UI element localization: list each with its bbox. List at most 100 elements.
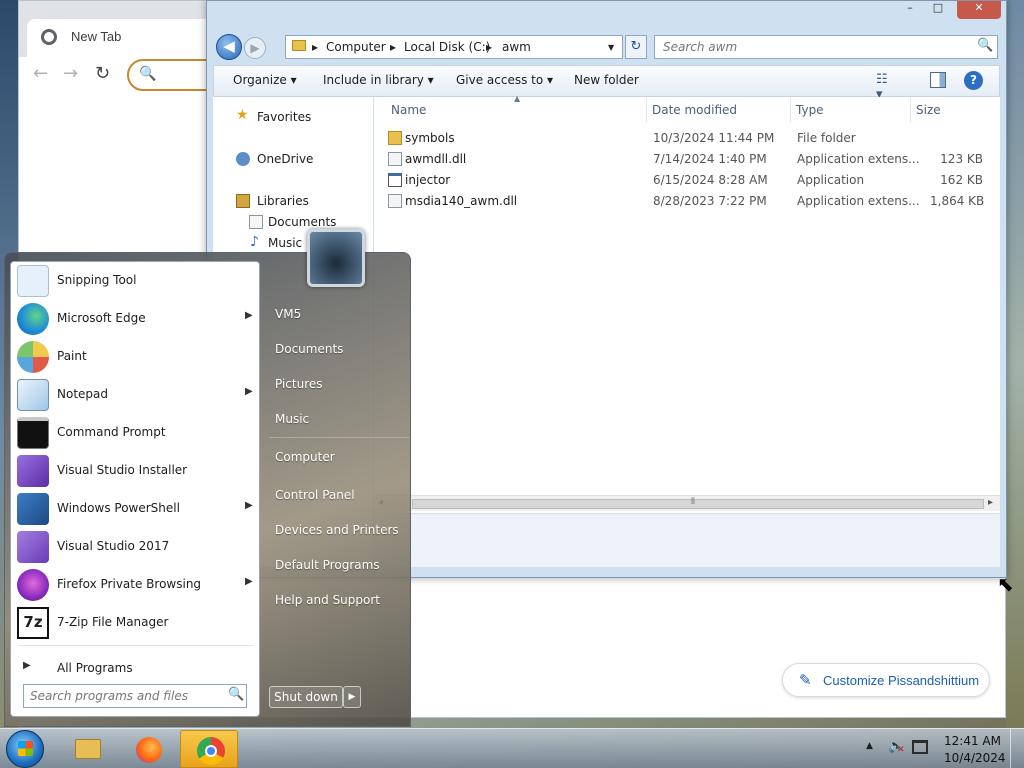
file-size: 1,864 KB	[930, 194, 985, 208]
column-header-name[interactable]: Name	[391, 103, 426, 117]
program-notepad[interactable]: Notepad ▶	[11, 376, 261, 414]
file-row-msdia140[interactable]: msdia140_awm.dll 8/28/2023 7:22 PM Appli…	[388, 191, 988, 212]
mute-indicator-icon: ✕	[897, 745, 905, 755]
start-right-default-programs[interactable]: Default Programs	[275, 558, 380, 572]
scroll-right-icon[interactable]: ▸	[988, 497, 993, 508]
customize-button[interactable]: ✎ Customize Pissandshittium	[782, 663, 990, 697]
breadcrumb-computer[interactable]: Computer	[326, 40, 386, 54]
start-right-computer[interactable]: Computer	[275, 450, 335, 464]
start-button[interactable]	[6, 730, 44, 768]
program-windows-powershell[interactable]: Windows PowerShell ▶	[11, 490, 261, 528]
submenu-arrow-icon[interactable]: ▶	[245, 576, 253, 587]
forward-button[interactable]: ▶	[244, 37, 266, 59]
taskbar-explorer[interactable]	[58, 730, 116, 768]
breadcrumb-separator: ▸	[390, 40, 397, 54]
give-access-to-button[interactable]: Give access to ▾	[456, 73, 553, 87]
submenu-arrow-icon[interactable]: ▶	[245, 500, 253, 511]
include-in-library-button[interactable]: Include in library ▾	[323, 73, 434, 87]
nav-favorites[interactable]: Favorites	[257, 110, 311, 124]
clock-date[interactable]: 10/4/2024	[944, 751, 1006, 765]
program-microsoft-edge[interactable]: Microsoft Edge ▶	[11, 300, 261, 338]
submenu-arrow-icon[interactable]: ▶	[245, 386, 253, 397]
scissors-icon	[17, 265, 49, 297]
nav-documents[interactable]: Documents	[268, 215, 336, 229]
file-date: 8/28/2023 7:22 PM	[653, 194, 767, 208]
minimize-button[interactable]: –	[897, 1, 923, 19]
start-right-help-and-support[interactable]: Help and Support	[275, 593, 380, 607]
nav-music[interactable]: Music	[268, 236, 302, 250]
submenu-arrow-icon[interactable]: ▶	[245, 310, 253, 321]
all-programs-link[interactable]: All Programs	[57, 661, 133, 675]
address-row: ◀ ▶ ▸ Computer ▸ Local Disk (C:) ▸ awm ▼…	[207, 31, 1006, 63]
file-row-awmdll[interactable]: awmdll.dll 7/14/2024 1:40 PM Application…	[388, 149, 988, 170]
start-right-vm5[interactable]: VM5	[275, 307, 301, 321]
new-folder-button[interactable]: New folder	[574, 73, 639, 87]
preview-pane-icon[interactable]	[930, 72, 946, 88]
file-row-symbols[interactable]: symbols 10/3/2024 11:44 PM File folder	[388, 128, 988, 149]
file-name: symbols	[405, 131, 455, 145]
taskbar-chrome[interactable]	[180, 730, 238, 768]
program-label: Visual Studio Installer	[57, 463, 188, 477]
breadcrumb-local-disk[interactable]: Local Disk (C:)	[404, 40, 490, 54]
nav-onedrive[interactable]: OneDrive	[257, 152, 313, 166]
horizontal-scrollbar[interactable]: ◂ ⦀ ▸	[374, 495, 1000, 511]
refresh-button[interactable]: ↻	[625, 35, 647, 59]
reload-icon[interactable]: ↻	[95, 63, 110, 84]
notepad-icon	[17, 379, 49, 411]
organize-button[interactable]: Organize ▾	[233, 73, 297, 87]
address-bar[interactable]: ▸ Computer ▸ Local Disk (C:) ▸ awm ▼	[285, 35, 623, 59]
program-visual-studio-2017[interactable]: Visual Studio 2017	[11, 528, 261, 566]
search-input[interactable]: Search awm 🔍	[654, 35, 998, 59]
back-button[interactable]: ◀	[216, 34, 242, 60]
maximize-button[interactable]: □	[925, 1, 951, 19]
shutdown-options-icon[interactable]: ▶	[343, 686, 361, 708]
chrome-favicon-icon	[41, 29, 57, 45]
program-command-prompt[interactable]: Command Prompt	[11, 414, 261, 452]
show-desktop-button[interactable]	[1010, 729, 1024, 768]
start-right-documents[interactable]: Documents	[275, 342, 343, 356]
taskbar-firefox[interactable]	[119, 730, 177, 768]
terminal-icon	[17, 417, 49, 449]
program-label: Firefox Private Browsing	[57, 577, 202, 591]
start-right-music[interactable]: Music	[275, 412, 309, 426]
program-label: Command Prompt	[57, 425, 166, 439]
breadcrumb-awm[interactable]: awm	[502, 40, 531, 54]
command-bar: Organize ▾ Include in library ▾ Give acc…	[213, 65, 1000, 102]
column-header-date-modified[interactable]: Date modified	[652, 103, 737, 117]
close-button[interactable]: ✕	[957, 1, 1001, 19]
all-programs-arrow-icon[interactable]: ▶	[23, 660, 31, 671]
column-divider[interactable]	[646, 97, 647, 123]
user-avatar[interactable]	[307, 229, 365, 287]
back-arrow-icon[interactable]: ←	[33, 63, 48, 84]
program-firefox-private-browsing[interactable]: Firefox Private Browsing ▶	[11, 566, 261, 604]
start-right-control-panel[interactable]: Control Panel	[275, 488, 355, 502]
shutdown-button[interactable]: Shut down	[269, 686, 343, 708]
chevron-down-icon[interactable]: ▼	[608, 43, 614, 52]
program-visual-studio-installer[interactable]: Visual Studio Installer	[11, 452, 261, 490]
search-icon: 🔍	[139, 66, 157, 82]
file-name: injector	[405, 173, 451, 187]
edge-icon	[17, 303, 49, 335]
help-icon[interactable]: ?	[964, 71, 983, 90]
show-hidden-icons-icon[interactable]: ▲	[866, 741, 873, 751]
column-divider[interactable]	[910, 97, 911, 123]
desktop-background-right	[1006, 0, 1024, 728]
search-placeholder: Search awm	[663, 40, 738, 54]
program-snipping-tool[interactable]: Snipping Tool	[11, 262, 261, 300]
nav-libraries[interactable]: Libraries	[257, 194, 309, 208]
column-header-size[interactable]: Size	[916, 103, 941, 117]
application-icon	[388, 173, 402, 187]
start-right-pictures[interactable]: Pictures	[275, 377, 323, 391]
program-7zip[interactable]: 7z 7-Zip File Manager	[11, 604, 261, 642]
network-icon[interactable]	[912, 740, 928, 754]
column-divider[interactable]	[790, 97, 791, 123]
program-paint[interactable]: Paint	[11, 338, 261, 376]
start-search-input[interactable]: Search programs and files 🔍	[23, 684, 247, 708]
forward-arrow-icon[interactable]: →	[63, 63, 78, 84]
column-header-type[interactable]: Type	[796, 103, 824, 117]
clock-time[interactable]: 12:41 AM	[944, 734, 1001, 748]
start-right-devices-and-printers[interactable]: Devices and Printers	[275, 523, 399, 537]
file-row-injector[interactable]: injector 6/15/2024 8:28 AM Application 1…	[388, 170, 988, 191]
scrollbar-thumb[interactable]: ⦀	[412, 497, 984, 509]
view-options-icon[interactable]: ☷ ▾	[876, 72, 892, 102]
